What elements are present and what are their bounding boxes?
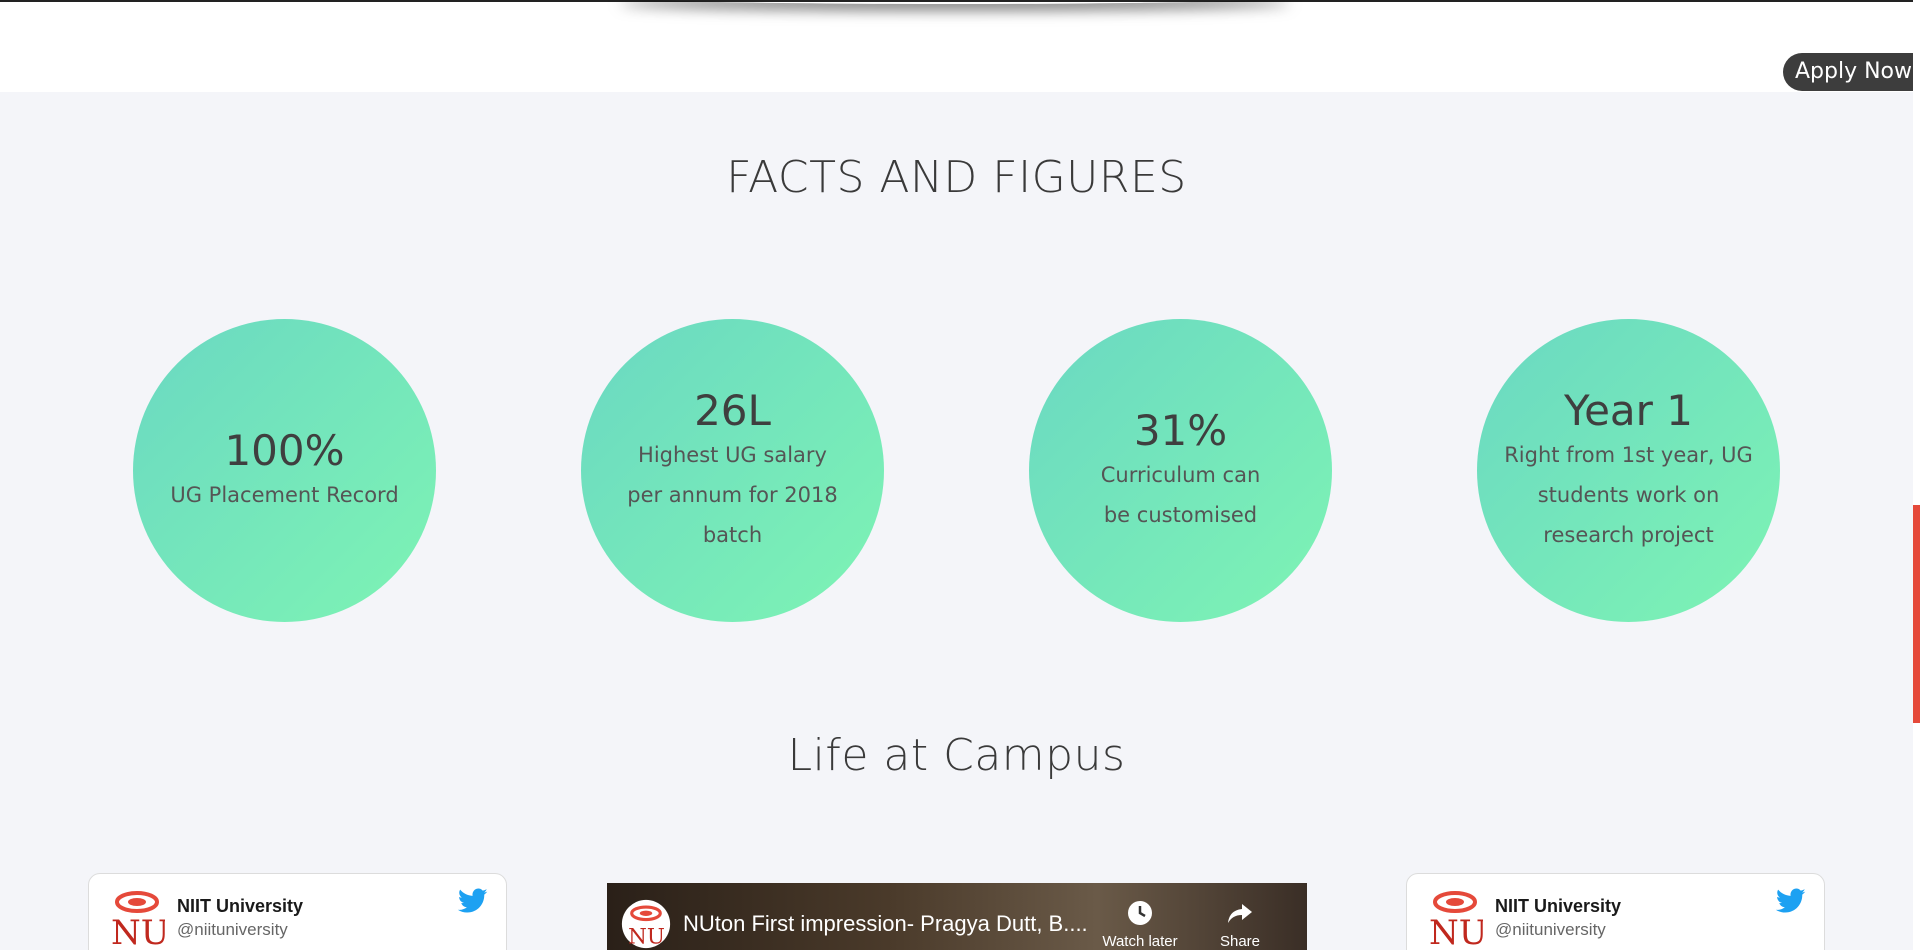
watch-later-button[interactable]: Watch later [1095, 899, 1185, 950]
stat-value: 100% [224, 426, 345, 475]
nu-logo: NU [1429, 891, 1483, 948]
nu-logo: NU [111, 891, 165, 948]
twitter-embed-right[interactable]: NU NIIT University @niituniversity [1406, 873, 1825, 950]
top-header-strip [0, 0, 1920, 92]
stat-label: UG Placement Record [170, 483, 399, 507]
nu-channel-logo[interactable]: NU [621, 897, 671, 950]
clock-icon [1128, 901, 1152, 925]
stat-value: 26L [694, 386, 771, 435]
video-title[interactable]: NUton First impression- Pragya Dutt, B..… [683, 911, 1088, 937]
stat-circle-curriculum: 31% Curriculum can be customised [1029, 319, 1332, 622]
facts-section-title: FACTS AND FIGURES [726, 152, 1187, 203]
tweet-account-handle[interactable]: @niituniversity [177, 920, 288, 940]
stat-circle-salary: 26L Highest UG salary per annum for 2018… [581, 319, 884, 622]
stat-label: Right from 1st year, UG students work on… [1504, 443, 1753, 547]
share-button[interactable]: Share [1195, 899, 1285, 950]
tweet-account-handle[interactable]: @niituniversity [1495, 920, 1606, 940]
stat-label: Curriculum can be customised [1100, 463, 1261, 527]
scrollbar-thumb[interactable] [1913, 505, 1920, 723]
watch-later-label: Watch later [1102, 933, 1178, 950]
campus-section-title: Life at Campus [787, 730, 1126, 781]
stat-circle-research: Year 1 Right from 1st year, UG students … [1477, 319, 1780, 622]
apply-now-button[interactable]: Apply Now [1783, 53, 1920, 91]
svg-text:NU: NU [628, 925, 665, 950]
stat-label: Highest UG salary per annum for 2018 bat… [627, 443, 838, 547]
share-label: Share [1219, 933, 1261, 950]
share-arrow-icon [1228, 904, 1252, 923]
stat-value: 31% [1133, 406, 1228, 455]
svg-text:NU: NU [1429, 913, 1483, 948]
stat-circle-placement: 100% UG Placement Record [133, 319, 436, 622]
twitter-bird-icon[interactable] [458, 888, 488, 914]
tweet-account-name[interactable]: NIIT University [1495, 896, 1621, 917]
scrollbar-track[interactable] [1913, 0, 1920, 950]
svg-text:NU: NU [111, 913, 165, 948]
stat-value: Year 1 [1564, 386, 1693, 435]
twitter-embed-left[interactable]: NU NIIT University @niituniversity [88, 873, 507, 950]
youtube-video-embed[interactable]: NU NUton First impression- Pragya Dutt, … [607, 883, 1307, 950]
tweet-account-name[interactable]: NIIT University [177, 896, 303, 917]
twitter-bird-icon[interactable] [1776, 888, 1806, 914]
